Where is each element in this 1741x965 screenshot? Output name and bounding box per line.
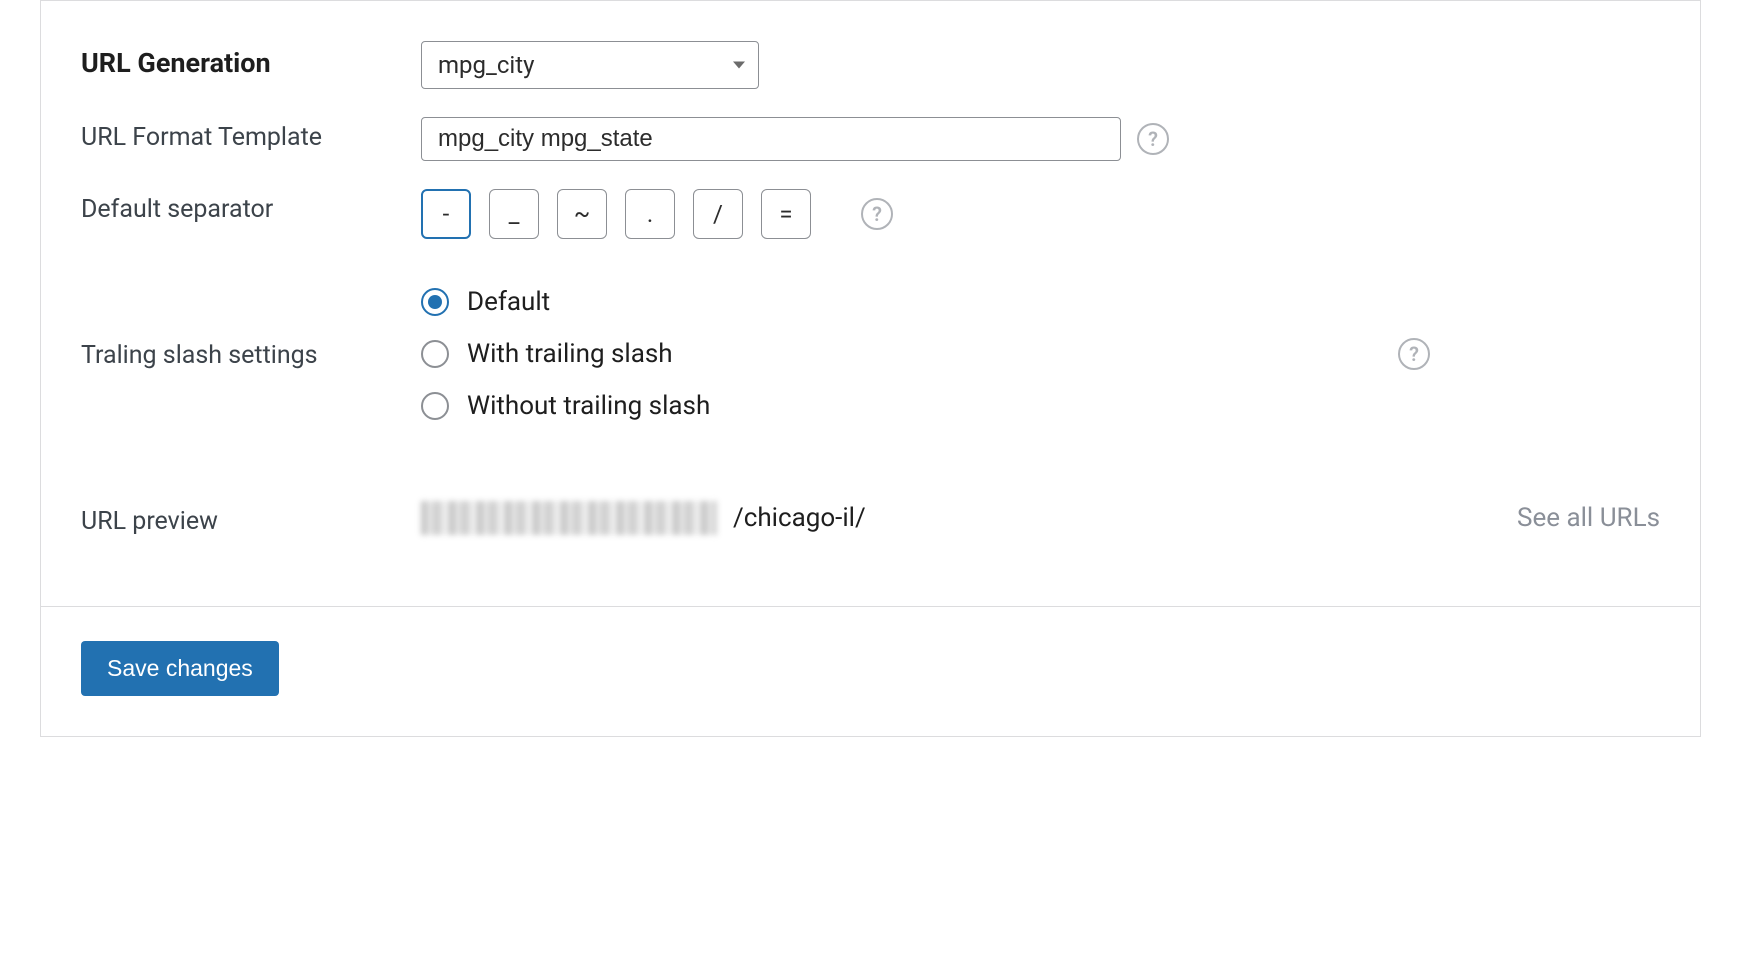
url-generation-select-value: mpg_city [438, 51, 534, 79]
label-format-template: URL Format Template [81, 117, 421, 152]
label-url-preview: URL preview [81, 501, 421, 536]
trailing-slash-radio-group: Default With trailing slash Without trai… [421, 287, 710, 421]
heading-url-generation: URL Generation [81, 41, 421, 79]
row-separator: Default separator - _ ~ . / = ? [81, 189, 1660, 239]
label-trailing-slash: Traling slash settings [81, 287, 421, 370]
trailing-slash-option-without[interactable]: Without trailing slash [421, 391, 710, 421]
separator-hyphen-button[interactable]: - [421, 189, 471, 239]
row-url-preview: URL preview /chicago-il/ See all URLs [81, 501, 1660, 536]
separator-tilde-button[interactable]: ~ [557, 189, 607, 239]
radio-icon [421, 288, 449, 316]
separator-equals-button[interactable]: = [761, 189, 811, 239]
settings-panel: URL Generation mpg_city URL Format Templ… [40, 0, 1701, 737]
help-icon[interactable]: ? [861, 198, 893, 230]
preview-host-blurred [421, 501, 717, 535]
radio-icon [421, 340, 449, 368]
trailing-slash-option-with[interactable]: With trailing slash [421, 339, 710, 369]
separator-group: - _ ~ . / = ? [421, 189, 893, 239]
see-all-urls-link[interactable]: See all URLs [1517, 503, 1660, 533]
preview-path: /chicago-il/ [733, 503, 866, 533]
row-url-generation: URL Generation mpg_city [81, 41, 1660, 89]
row-format-template: URL Format Template ? [81, 117, 1660, 161]
radio-label-default: Default [467, 287, 550, 317]
separator-underscore-button[interactable]: _ [489, 189, 539, 239]
label-separator: Default separator [81, 189, 421, 224]
separator-dot-button[interactable]: . [625, 189, 675, 239]
radio-icon [421, 392, 449, 420]
radio-label-without: Without trailing slash [467, 391, 710, 421]
format-template-input[interactable] [421, 117, 1121, 161]
save-changes-button[interactable]: Save changes [81, 641, 279, 696]
radio-label-with: With trailing slash [467, 339, 673, 369]
url-generation-select[interactable]: mpg_city [421, 41, 759, 89]
footer: Save changes [41, 607, 1700, 736]
row-trailing-slash: Traling slash settings Default With trai… [81, 287, 1660, 421]
help-icon[interactable]: ? [1398, 338, 1430, 370]
help-icon[interactable]: ? [1137, 123, 1169, 155]
trailing-slash-option-default[interactable]: Default [421, 287, 710, 317]
separator-slash-button[interactable]: / [693, 189, 743, 239]
form-section: URL Generation mpg_city URL Format Templ… [41, 1, 1700, 606]
